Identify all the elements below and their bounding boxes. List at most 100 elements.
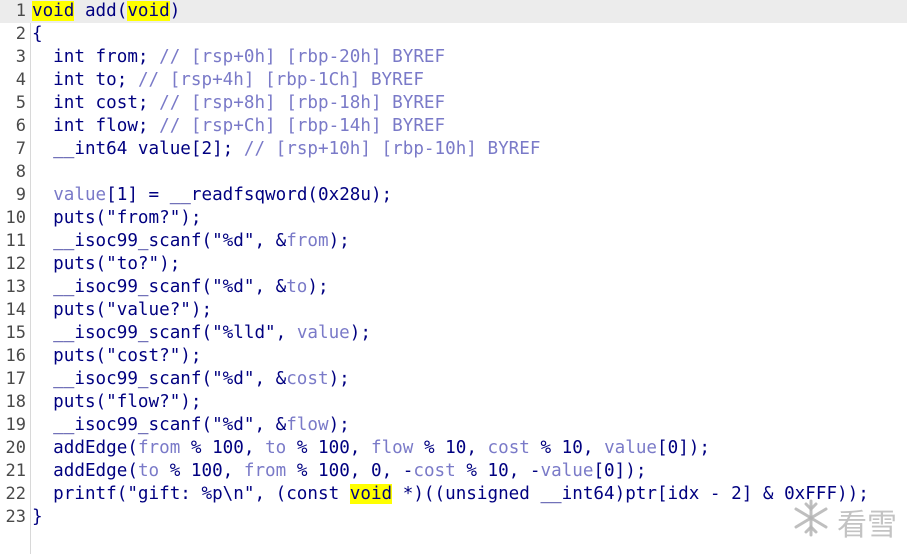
line-number: 1	[15, 1, 26, 21]
code-line[interactable]: 16 puts("cost?");	[0, 345, 907, 368]
code-line[interactable]: 3 int from; // [rsp+0h] [rbp-20h] BYREF	[0, 46, 907, 69]
code-line[interactable]: 9 value[1] = __readfsqword(0x28u);	[0, 184, 907, 207]
line-number: 21	[5, 461, 26, 481]
code-line[interactable]: 22 printf("gift: %p\n", (const void *)((…	[0, 483, 907, 506]
code-text: printf("gift: %p\n", (const void *)((uns…	[32, 483, 869, 506]
code-line[interactable]: 19 __isoc99_scanf("%d", &flow);	[0, 414, 907, 437]
code-line[interactable]: 20 addEdge(from % 100, to % 100, flow % …	[0, 437, 907, 460]
code-token: % 100, 0, -	[286, 461, 414, 481]
snowflake-icon	[791, 498, 831, 546]
code-line[interactable]: 6 int flow; // [rsp+Ch] [rbp-14h] BYREF	[0, 115, 907, 138]
code-line[interactable]: 17 __isoc99_scanf("%d", &cost);	[0, 368, 907, 391]
highlighted-token: void	[32, 1, 75, 21]
code-text: int cost; // [rsp+8h] [rbp-18h] BYREF	[32, 92, 445, 115]
code-token: // [rsp+Ch] [rbp-14h] BYREF	[159, 116, 446, 136]
code-token: value	[296, 323, 350, 343]
code-token: __isoc99_scanf("%d", &	[32, 415, 287, 435]
code-token: int cost;	[32, 93, 160, 113]
code-token: value	[53, 185, 107, 205]
pseudocode-editor[interactable]: 1 void add(void) 2{3 int from; // [rsp+0h]…	[0, 0, 907, 554]
code-text: __isoc99_scanf("%lld", value);	[32, 322, 371, 345]
line-number: 2	[15, 24, 26, 44]
code-text: }	[32, 506, 43, 529]
code-token: );	[307, 277, 329, 297]
code-token: __int64 value[2];	[32, 139, 244, 159]
code-token: );	[328, 369, 350, 389]
code-line[interactable]: 23}	[0, 506, 907, 529]
code-token: );	[349, 323, 371, 343]
line-number: 15	[5, 323, 26, 343]
highlighted-token: void	[349, 484, 393, 504]
watermark: 看雪	[791, 498, 897, 546]
code-token: int to;	[32, 70, 138, 90]
code-token: )	[169, 1, 181, 21]
code-token: % 100,	[286, 438, 371, 458]
code-token: to	[286, 277, 308, 297]
code-line[interactable]: 7 __int64 value[2]; // [rsp+10h] [rbp-10…	[0, 138, 907, 161]
line-number: 20	[5, 438, 26, 458]
code-token: from	[243, 461, 287, 481]
code-text: __isoc99_scanf("%d", &flow);	[32, 414, 350, 437]
code-token: % 100,	[180, 438, 266, 458]
code-token: from	[286, 231, 329, 251]
code-token: [0]);	[657, 438, 710, 458]
code-token: % 10,	[413, 438, 488, 458]
code-line[interactable]: 5 int cost; // [rsp+8h] [rbp-18h] BYREF	[0, 92, 907, 115]
code-token: [0]);	[593, 461, 647, 481]
line-number: 13	[5, 277, 26, 297]
code-token: % 100,	[159, 461, 244, 481]
code-text: puts("value?");	[32, 299, 212, 322]
code-token: cost	[487, 438, 530, 458]
code-text: int from; // [rsp+0h] [rbp-20h] BYREF	[32, 46, 445, 69]
code-line[interactable]: 18 puts("flow?");	[0, 391, 907, 414]
line-number: 10	[5, 208, 26, 228]
line-number: 16	[5, 346, 26, 366]
code-line[interactable]: 12 puts("to?");	[0, 253, 907, 276]
code-line[interactable]: 15 __isoc99_scanf("%lld", value);	[0, 322, 907, 345]
code-token: puts("value?");	[32, 300, 213, 320]
code-token: int flow;	[32, 116, 160, 136]
code-token: }	[32, 507, 43, 527]
code-text: int to; // [rsp+4h] [rbp-1Ch] BYREF	[32, 69, 424, 92]
code-line[interactable]: 14 puts("value?");	[0, 299, 907, 322]
code-line[interactable]: 2{	[0, 23, 907, 46]
code-token: addEdge(	[32, 438, 138, 458]
code-token: puts("cost?");	[32, 346, 202, 366]
code-token: printf("gift: %p\n", (const	[32, 484, 350, 504]
line-number: 11	[5, 231, 26, 251]
code-token: );	[328, 231, 350, 251]
code-token: puts("to?");	[32, 254, 181, 274]
code-text: __isoc99_scanf("%d", &from);	[32, 230, 350, 253]
line-number: 4	[15, 70, 26, 90]
code-line[interactable]: 1 void add(void)	[0, 0, 907, 23]
watermark-text: 看雪	[837, 508, 897, 543]
code-text: puts("from?");	[32, 207, 201, 230]
code-line[interactable]: 8	[0, 161, 907, 184]
code-line[interactable]: 13 __isoc99_scanf("%d", &to);	[0, 276, 907, 299]
code-line[interactable]: 11 __isoc99_scanf("%d", &from);	[0, 230, 907, 253]
code-token: // [rsp+8h] [rbp-18h] BYREF	[159, 93, 446, 113]
line-number: 3	[15, 47, 26, 67]
code-line[interactable]: 4 int to; // [rsp+4h] [rbp-1Ch] BYREF	[0, 69, 907, 92]
line-number: 9	[15, 185, 26, 205]
line-number: 19	[5, 415, 26, 435]
code-token: {	[32, 24, 43, 44]
code-token: flow	[371, 438, 414, 458]
code-line[interactable]: 10 puts("from?");	[0, 207, 907, 230]
line-number: 5	[15, 93, 26, 113]
line-number: 14	[5, 300, 26, 320]
code-text: __isoc99_scanf("%d", &cost);	[32, 368, 350, 391]
code-token: // [rsp+4h] [rbp-1Ch] BYREF	[137, 70, 424, 90]
line-number: 22	[5, 484, 26, 504]
line-number: 12	[5, 254, 26, 274]
code-token: flow	[286, 415, 329, 435]
code-token: puts("flow?");	[32, 392, 202, 412]
code-token: // [rsp+0h] [rbp-20h] BYREF	[159, 47, 446, 67]
line-number: 18	[5, 392, 26, 412]
code-token: __isoc99_scanf("%lld",	[32, 323, 297, 343]
code-line[interactable]: 21 addEdge(to % 100, from % 100, 0, -cos…	[0, 460, 907, 483]
highlighted-token: void	[127, 1, 170, 21]
code-text: puts("to?");	[32, 253, 180, 276]
code-token: to	[137, 461, 160, 481]
